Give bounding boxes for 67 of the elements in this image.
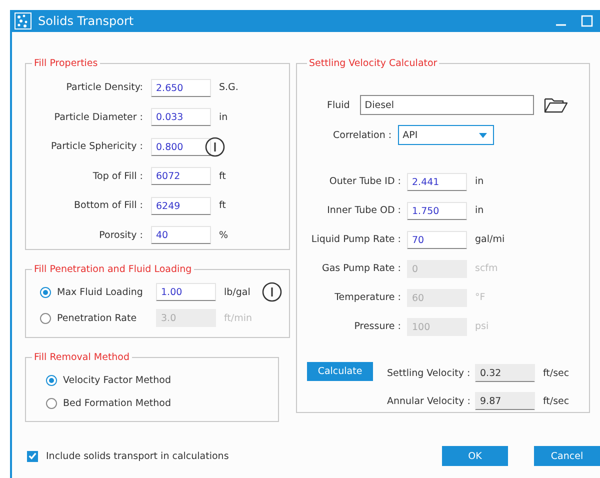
field-label: Particle Density: [65, 82, 144, 94]
group-title: Fill Removal Method [33, 352, 131, 363]
input-field[interactable]: 6249 [151, 196, 211, 215]
correlation-dropdown[interactable]: API [398, 125, 494, 145]
radio-button[interactable] [46, 398, 57, 409]
field-label: Liquid Pump Rate : [310, 234, 402, 245]
field-label: Correlation : [333, 130, 392, 140]
unit-label: psi [475, 321, 490, 332]
unit-label: ft/sec [543, 396, 570, 406]
radio-label[interactable]: Velocity Factor Method [63, 375, 172, 386]
dialog-button[interactable]: OK [442, 446, 508, 466]
window-title: Solids Transport [38, 14, 135, 28]
field-label: Particle Sphericity : [50, 141, 144, 152]
field-label: Pressure : [353, 321, 402, 332]
field-label: Bottom of Fill : [73, 200, 144, 212]
fluid-field[interactable]: Diesel [360, 95, 534, 115]
input-field[interactable]: 40 [151, 226, 211, 244]
radio-button[interactable] [46, 375, 57, 386]
input-field[interactable]: 2.441 [407, 172, 467, 190]
folder-icon[interactable] [544, 97, 568, 113]
app-icon [14, 12, 32, 30]
unit-label: % [219, 230, 230, 241]
unit-label: ft [219, 170, 227, 182]
field-label: Outer Tube ID : [328, 176, 402, 187]
unit-label: lb/gal [224, 286, 252, 298]
unit-label: °F [475, 292, 486, 303]
input-field[interactable]: 6072 [151, 167, 211, 186]
unit-label: ft/sec [543, 368, 570, 378]
result-label: Annular Velocity : [387, 396, 472, 406]
field-label: Inner Tube OD : [326, 205, 402, 216]
result-field: 9.87 [475, 392, 535, 410]
input-field[interactable]: 1.00 [156, 283, 216, 301]
input-field[interactable]: 0.800 [151, 138, 211, 156]
field-label: Gas Pump Rate : [320, 263, 402, 274]
dialog-button[interactable]: Cancel [534, 446, 600, 466]
input-field[interactable]: 70 [407, 230, 467, 248]
unit-label: in [219, 112, 229, 123]
group-title: Fill Properties [33, 58, 99, 69]
unit-label: ft/min [224, 312, 254, 324]
field-label: Temperature : [334, 292, 402, 303]
input-field[interactable]: 1.750 [407, 202, 467, 220]
input-field[interactable]: 2.650 [151, 78, 211, 97]
calculate-button[interactable]: Calculate [307, 362, 373, 381]
field-label: Fluid [327, 100, 350, 110]
group-title: Settling Velocity Calculator [308, 58, 438, 69]
unit-label: ft [219, 200, 227, 212]
info-icon[interactable] [205, 136, 225, 157]
result-field: 0.32 [475, 364, 535, 382]
unit-label: in [475, 176, 485, 187]
radio-label[interactable]: Max Fluid Loading [57, 286, 156, 298]
radio-label[interactable]: Bed Formation Method [63, 398, 172, 409]
info-icon[interactable] [262, 282, 282, 302]
group-title: Fill Penetration and Fluid Loading [33, 264, 193, 275]
unit-label: in [475, 205, 485, 216]
radio-button[interactable] [40, 286, 51, 298]
input-field[interactable]: 0.033 [151, 108, 211, 126]
dropdown-caret-icon [478, 132, 487, 138]
result-label: Settling Velocity : [387, 368, 472, 378]
checkbox[interactable] [27, 450, 38, 462]
unit-label: S.G. [219, 82, 240, 94]
field-label: Porosity : [98, 230, 144, 241]
unit-label: scfm [475, 263, 499, 274]
field-label: Particle Diameter : [53, 112, 144, 123]
checkbox-label[interactable]: Include solids transport in calculations [46, 450, 229, 462]
field-label: Top of Fill : [92, 170, 144, 182]
maximize-icon[interactable] [580, 14, 594, 28]
unit-label: gal/mi [475, 234, 505, 245]
